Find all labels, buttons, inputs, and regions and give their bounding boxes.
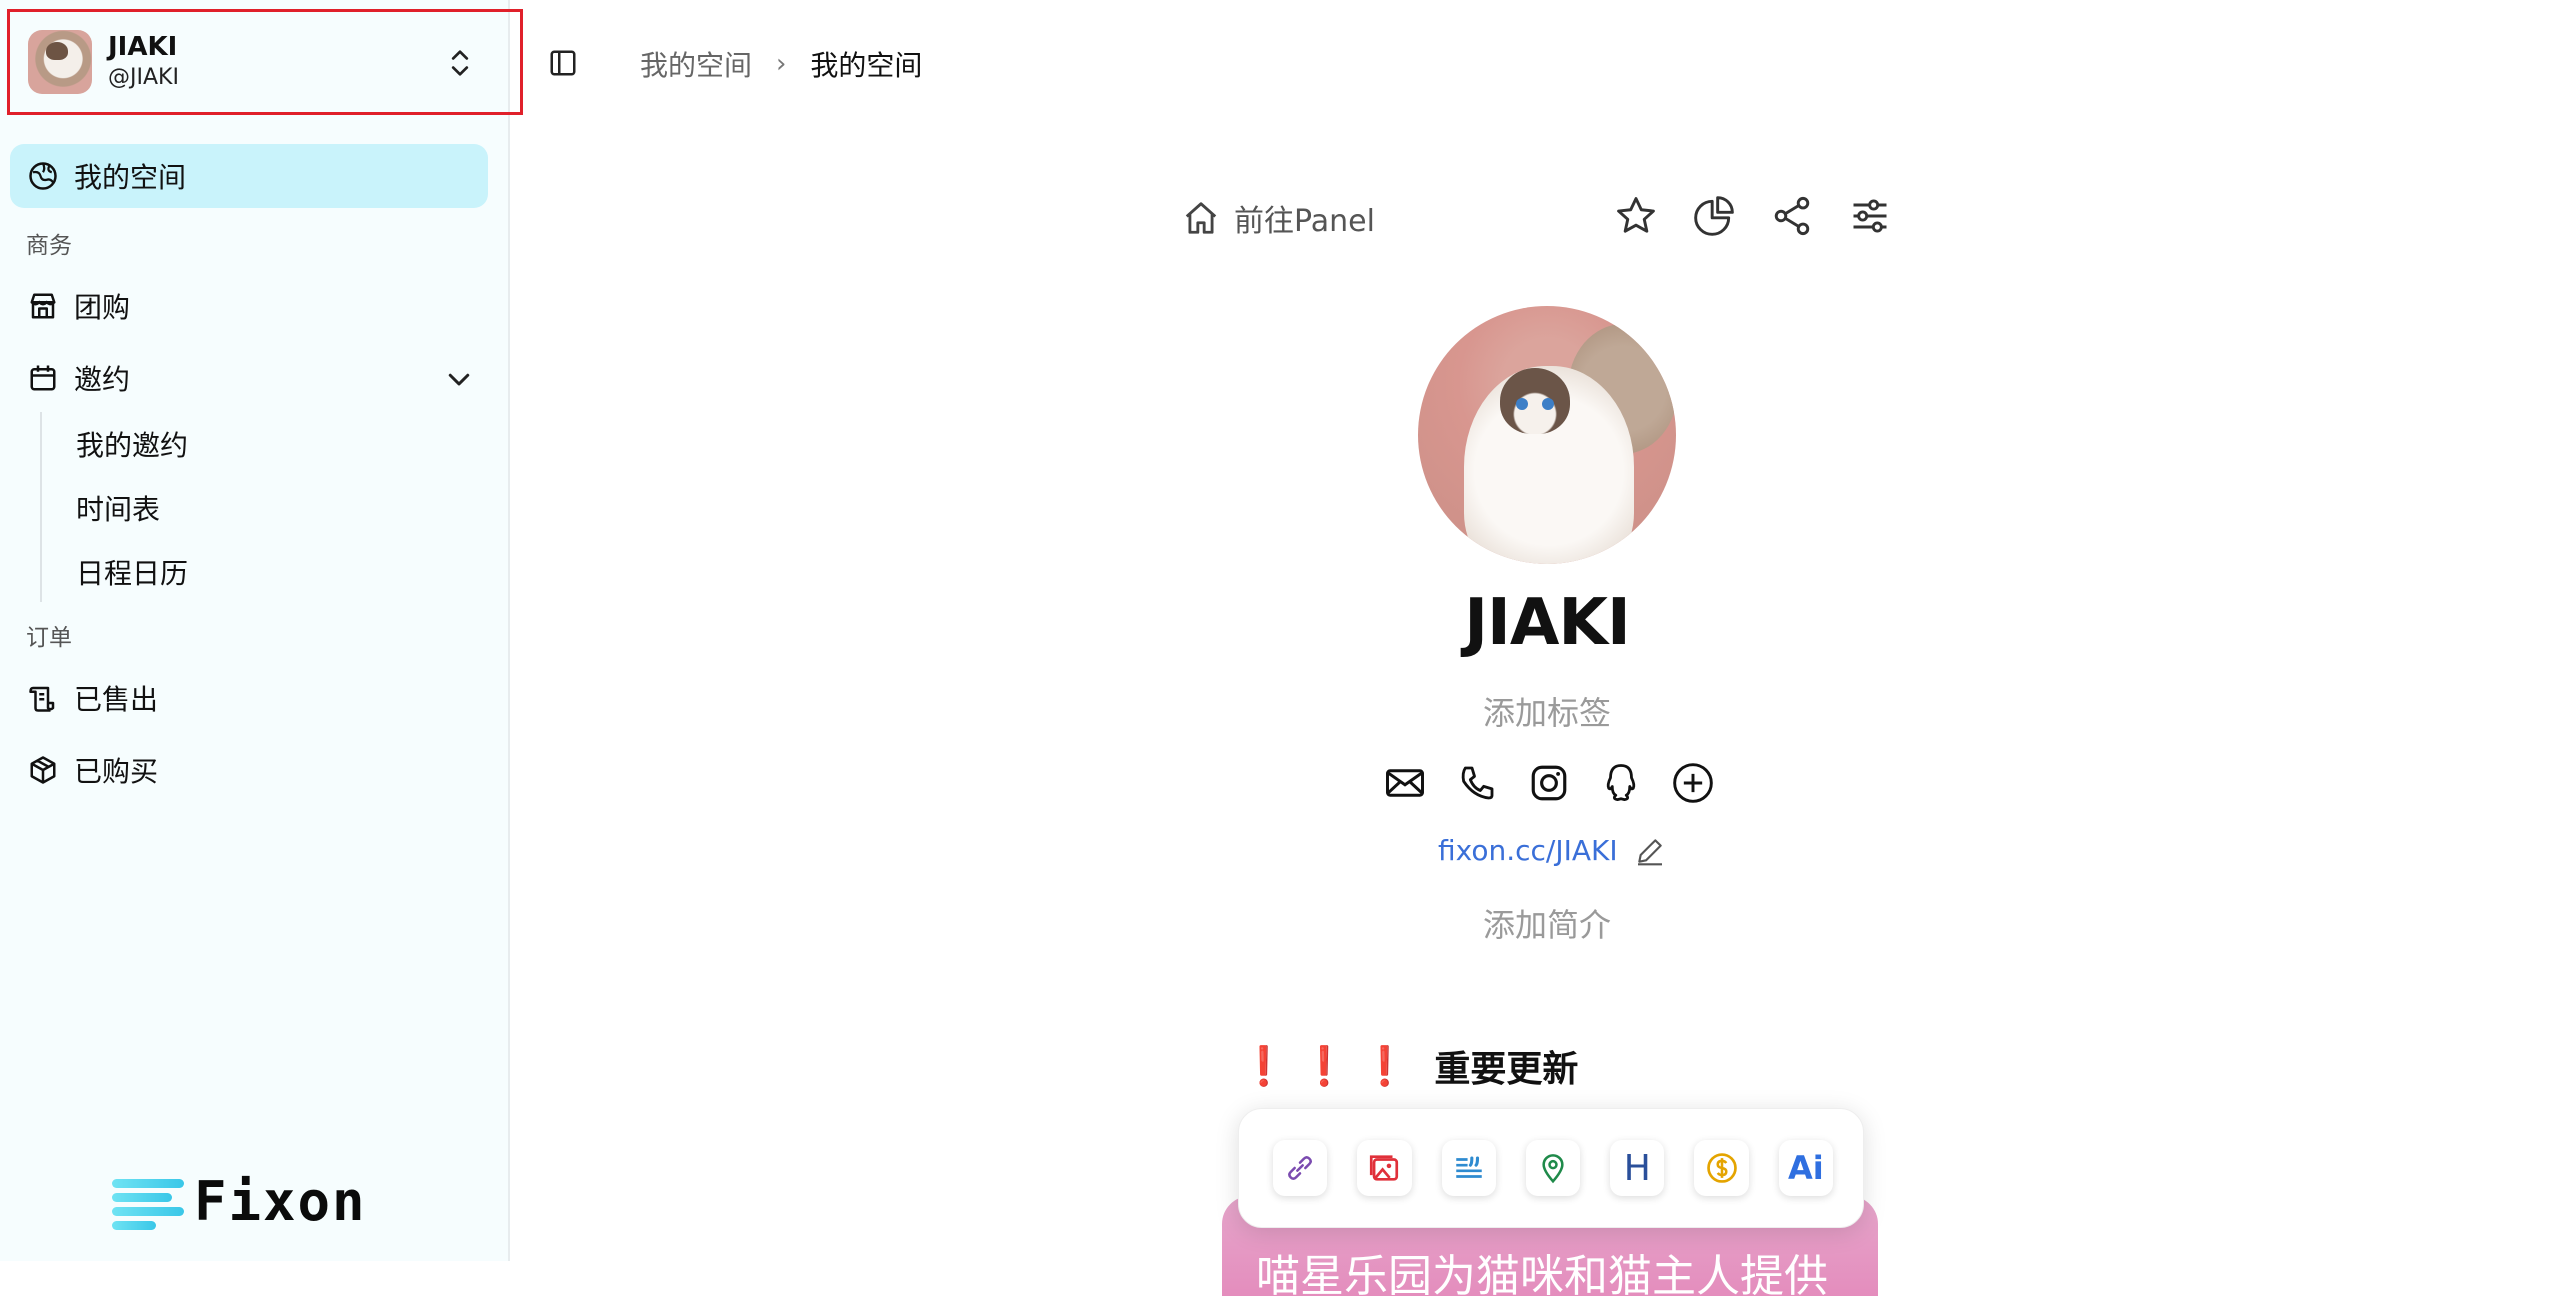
sliders-icon[interactable] <box>1846 192 1894 240</box>
sidebar-item-my-invitations[interactable]: 我的邀约 <box>76 424 188 464</box>
sidebar-item-label: 邀约 <box>74 363 131 396</box>
star-icon[interactable] <box>1612 192 1660 240</box>
edit-pen-icon[interactable] <box>1634 835 1666 867</box>
qq-icon[interactable] <box>1598 760 1644 806</box>
instagram-icon[interactable] <box>1526 760 1572 806</box>
avatar <box>28 30 92 94</box>
pie-chart-icon[interactable] <box>1690 192 1738 240</box>
receipt-icon <box>26 681 60 715</box>
mail-icon[interactable] <box>1382 760 1428 806</box>
globe-icon <box>26 159 60 193</box>
breadcrumb: 我的空间 › 我的空间 <box>640 44 922 84</box>
ai-icon[interactable]: Ai <box>1778 1140 1833 1196</box>
social-links <box>1382 760 1742 806</box>
fixon-logo: Fixon <box>112 1170 367 1233</box>
sidebar-item-my-space[interactable]: 我的空间 <box>10 144 488 208</box>
profile-name[interactable]: JIAKI <box>0 586 2554 660</box>
goto-panel-button[interactable]: 前往Panel <box>1182 196 1375 240</box>
phone-icon[interactable] <box>1454 760 1500 806</box>
sidebar-item-label: 已购买 <box>74 755 159 788</box>
sidebar-item-schedule[interactable]: 时间表 <box>76 488 160 528</box>
chevron-up-down-icon[interactable] <box>446 46 474 80</box>
sidebar-item-purchased[interactable]: 已购买 <box>10 738 488 802</box>
package-icon <box>26 753 60 787</box>
sidebar-toggle-icon[interactable] <box>548 48 578 78</box>
breadcrumb-current: 我的空间 <box>810 49 923 82</box>
sidebar-item-label: 团购 <box>74 291 131 324</box>
logo-wordmark: Fixon <box>194 1170 367 1233</box>
add-intro-button[interactable]: 添加简介 <box>1218 900 1876 946</box>
link-icon[interactable] <box>1273 1140 1328 1196</box>
profile-link[interactable]: fixon.cc/JIAKI <box>1438 834 1666 867</box>
goto-panel-label: 前往Panel <box>1234 204 1375 239</box>
calendar-icon <box>26 361 60 395</box>
sidebar-item-invitations[interactable]: 邀约 <box>10 346 488 410</box>
breadcrumb-link[interactable]: 我的空间 <box>640 44 752 84</box>
dollar-icon[interactable] <box>1694 1140 1749 1196</box>
chevron-down-icon[interactable] <box>444 364 474 394</box>
map-pin-icon[interactable] <box>1525 1140 1581 1196</box>
store-icon <box>26 289 60 323</box>
account-handle: @JIAKI <box>108 65 179 90</box>
add-circle-icon[interactable] <box>1670 760 1716 806</box>
logo-mark <box>112 1175 184 1230</box>
profile-avatar[interactable] <box>1418 306 1676 564</box>
home-icon <box>1185 202 1217 234</box>
add-tag-button[interactable]: 添加标签 <box>1218 688 1876 734</box>
block-insert-toolbar: H Ai <box>1238 1108 1864 1228</box>
important-update-heading: ❗ ❗ ❗ 重要更新 <box>1240 1040 1578 1092</box>
text-icon[interactable] <box>1441 1140 1496 1196</box>
profile-link-text[interactable]: fixon.cc/JIAKI <box>1438 834 1618 867</box>
section-label-business: 商务 <box>26 233 72 259</box>
account-name: JIAKI <box>108 32 178 62</box>
sidebar-item-group-buy[interactable]: 团购 <box>10 274 488 338</box>
heading-icon[interactable]: H <box>1610 1140 1665 1196</box>
profile-tools <box>1612 192 1924 240</box>
alert-marks: ❗ ❗ ❗ <box>1240 1043 1409 1088</box>
image-icon[interactable] <box>1357 1140 1412 1196</box>
chevron-right-icon: › <box>776 49 787 79</box>
sidebar-item-label: 我的空间 <box>74 161 187 194</box>
account-switcher[interactable]: JIAKI @JIAKI <box>7 9 523 115</box>
banner-text: 喵星乐园为猫咪和猫主人提供 <box>1256 1251 1828 1296</box>
sidebar-item-sold[interactable]: 已售出 <box>10 666 488 730</box>
sidebar-item-label: 已售出 <box>74 683 159 716</box>
share-icon[interactable] <box>1768 192 1816 240</box>
update-title: 重要更新 <box>1434 1049 1579 1090</box>
submenu-guide-line <box>40 412 42 602</box>
